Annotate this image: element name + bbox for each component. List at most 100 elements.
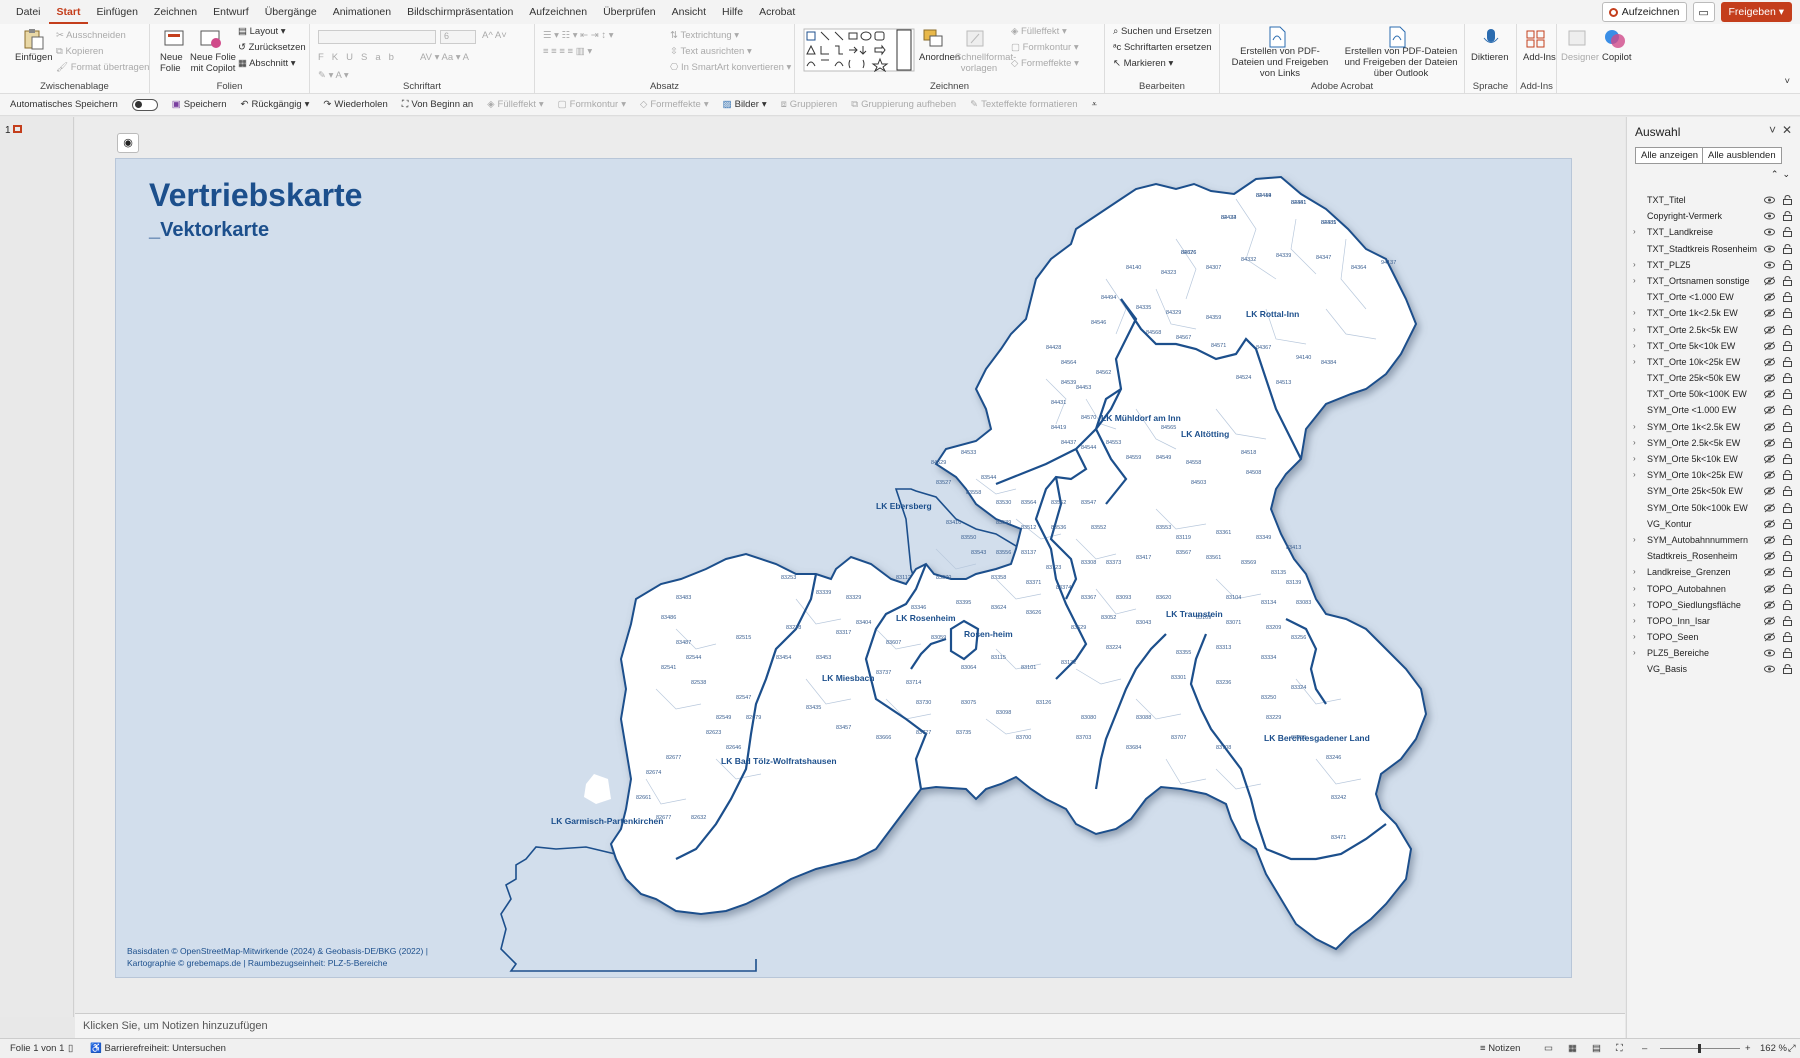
normal-view-icon[interactable]: ▭ [1544,1043,1553,1054]
layer-item[interactable]: › SYM_Orte 1k<2.5k EW [1627,419,1800,435]
eye-hidden-icon[interactable] [1764,305,1775,321]
lock-icon[interactable] [1783,292,1792,303]
lock-icon[interactable] [1783,340,1792,351]
layer-item[interactable]: SYM_Orte <1.000 EW [1627,402,1800,418]
shape-effects-button[interactable]: ◇ Formeffekte ▾ [1011,58,1079,69]
font-family-select[interactable] [318,30,436,44]
list-buttons[interactable]: ☰ ▾ ☷ ▾ ⇤ ⇥ ↕ ▾ [543,30,614,41]
tab-animationen[interactable]: Animationen [325,0,399,24]
layer-item[interactable]: › TOPO_Inn_Isar [1627,613,1800,629]
lock-icon[interactable] [1783,648,1792,659]
lock-icon[interactable] [1783,389,1792,400]
lock-icon[interactable] [1783,518,1792,529]
expand-icon[interactable]: › [1633,597,1636,613]
zoom-in-icon[interactable]: + [1745,1043,1751,1054]
eye-hidden-icon[interactable] [1764,289,1775,305]
lock-icon[interactable] [1783,599,1792,610]
expand-icon[interactable]: › [1633,613,1636,629]
expand-icon[interactable]: › [1633,645,1636,661]
layer-item[interactable]: › SYM_Orte 10k<25k EW [1627,467,1800,483]
eye-icon[interactable] [1764,645,1775,661]
lock-icon[interactable] [1783,486,1792,497]
ribbon-collapse-icon[interactable]: ˅ [1784,76,1790,87]
expand-icon[interactable]: › [1633,629,1636,645]
lock-icon[interactable] [1783,421,1792,432]
eye-hidden-icon[interactable] [1764,597,1775,613]
lock-icon[interactable] [1783,308,1792,319]
lock-icon[interactable] [1783,615,1792,626]
lock-icon[interactable] [1783,373,1792,384]
customize-qat-icon[interactable]: ⩡ [1092,99,1097,110]
layer-item[interactable]: › TOPO_Seen [1627,629,1800,645]
layer-item[interactable]: › TOPO_Autobahnen [1627,581,1800,597]
text-color-buttons[interactable]: ✎ ▾ A ▾ [318,70,349,81]
notes-button[interactable]: ≡ Notizen [1480,1043,1520,1054]
layer-item[interactable]: › TOPO_Siedlungsfläche [1627,597,1800,613]
lock-icon[interactable] [1783,324,1792,335]
ungroup-button[interactable]: ⧉ Gruppierung aufheben [851,99,956,110]
eye-hidden-icon[interactable] [1764,581,1775,597]
group-button[interactable]: ⧈ Gruppieren [781,99,838,110]
expand-icon[interactable]: › [1633,581,1636,597]
tab-start[interactable]: Start [48,0,89,24]
lock-icon[interactable] [1783,195,1792,205]
zoom-slider-thumb[interactable] [1698,1044,1701,1053]
eye-hidden-icon[interactable] [1764,322,1775,338]
comments-button[interactable]: ▭ [1692,2,1715,22]
qat-effects-button[interactable]: ◇ Formeffekte ▾ [640,99,709,110]
tab-bildschirmpraesentation[interactable]: Bildschirmpräsentation [399,0,521,24]
lock-icon[interactable] [1783,632,1792,643]
layer-item[interactable]: Stadtkreis_Rosenheim [1627,548,1800,564]
accessibility-eye-icon[interactable]: ◉ [117,133,139,153]
expand-icon[interactable]: › [1633,451,1636,467]
tab-einfuegen[interactable]: Einfügen [88,0,145,24]
close-icon[interactable]: ✕ [1782,123,1792,137]
notes-pane[interactable]: Klicken Sie, um Notizen hinzuzufügen [75,1013,1625,1038]
eye-hidden-icon[interactable] [1764,483,1775,499]
format-painter-button[interactable]: 🖌 Format übertragen [56,62,149,73]
tab-ansicht[interactable]: Ansicht [664,0,714,24]
eye-icon[interactable] [1764,192,1775,208]
eye-hidden-icon[interactable] [1764,435,1775,451]
copy-button[interactable]: ⧉ Kopieren [56,46,103,57]
layer-item[interactable]: › TXT_Orte 1k<2.5k EW [1627,305,1800,321]
eye-icon[interactable] [1764,208,1775,224]
grow-font-button[interactable]: A^ A˅ [482,30,507,41]
new-slide-button[interactable]: Neue Folie [160,52,192,74]
lock-icon[interactable] [1783,356,1792,367]
layer-item[interactable]: › PLZ5_Bereiche [1627,645,1800,661]
slide-thumbnail[interactable] [13,125,22,133]
section-button[interactable]: ▦ Abschnitt ▾ [238,58,296,69]
select-button[interactable]: ↖ Markieren ▾ [1113,58,1173,69]
pictures-button[interactable]: ▨ Bilder ▾ [723,99,767,110]
expand-icon[interactable]: › [1633,322,1636,338]
lock-icon[interactable] [1783,243,1792,254]
expand-icon[interactable]: › [1633,354,1636,370]
record-button[interactable]: Aufzeichnen [1601,2,1687,22]
layer-item[interactable]: TXT_Stadtkreis Rosenheim [1627,241,1800,257]
tab-datei[interactable]: Datei [8,0,49,24]
slide[interactable]: 84419 84381 84385 84424 84326 84140 84323 84307… [115,158,1572,978]
expand-icon[interactable]: › [1633,305,1636,321]
addins-button[interactable]: Add-Ins [1523,52,1556,63]
font-format-buttons[interactable]: FKUSab [318,52,402,63]
layer-item[interactable]: › TXT_Orte 2.5k<5k EW [1627,322,1800,338]
layer-item[interactable]: › Landkreise_Grenzen [1627,564,1800,580]
layer-item[interactable]: › TXT_Orte 10k<25k EW [1627,354,1800,370]
tab-acrobat[interactable]: Acrobat [751,0,803,24]
lock-icon[interactable] [1783,405,1792,416]
reset-button[interactable]: ↺ Zurücksetzen [238,42,306,53]
expand-icon[interactable]: › [1633,532,1636,548]
layer-item[interactable]: › TXT_Orte 5k<10k EW [1627,338,1800,354]
qat-fill-button[interactable]: ◈ Fülleffekt ▾ [487,99,543,110]
expand-icon[interactable]: › [1633,338,1636,354]
font-size-select[interactable]: 6 [440,30,476,44]
layout-button[interactable]: ▤ Layout ▾ [238,26,286,37]
align-text-button[interactable]: ⇳ Text ausrichten ▾ [670,46,752,57]
dictate-button[interactable]: Diktieren [1471,52,1509,63]
lock-icon[interactable] [1783,211,1792,222]
eye-icon[interactable] [1764,224,1775,240]
text-direction-button[interactable]: ⇅ Textrichtung ▾ [670,30,739,41]
eye-hidden-icon[interactable] [1764,613,1775,629]
smartart-button[interactable]: ⎔ In SmartArt konvertieren ▾ [670,62,791,73]
